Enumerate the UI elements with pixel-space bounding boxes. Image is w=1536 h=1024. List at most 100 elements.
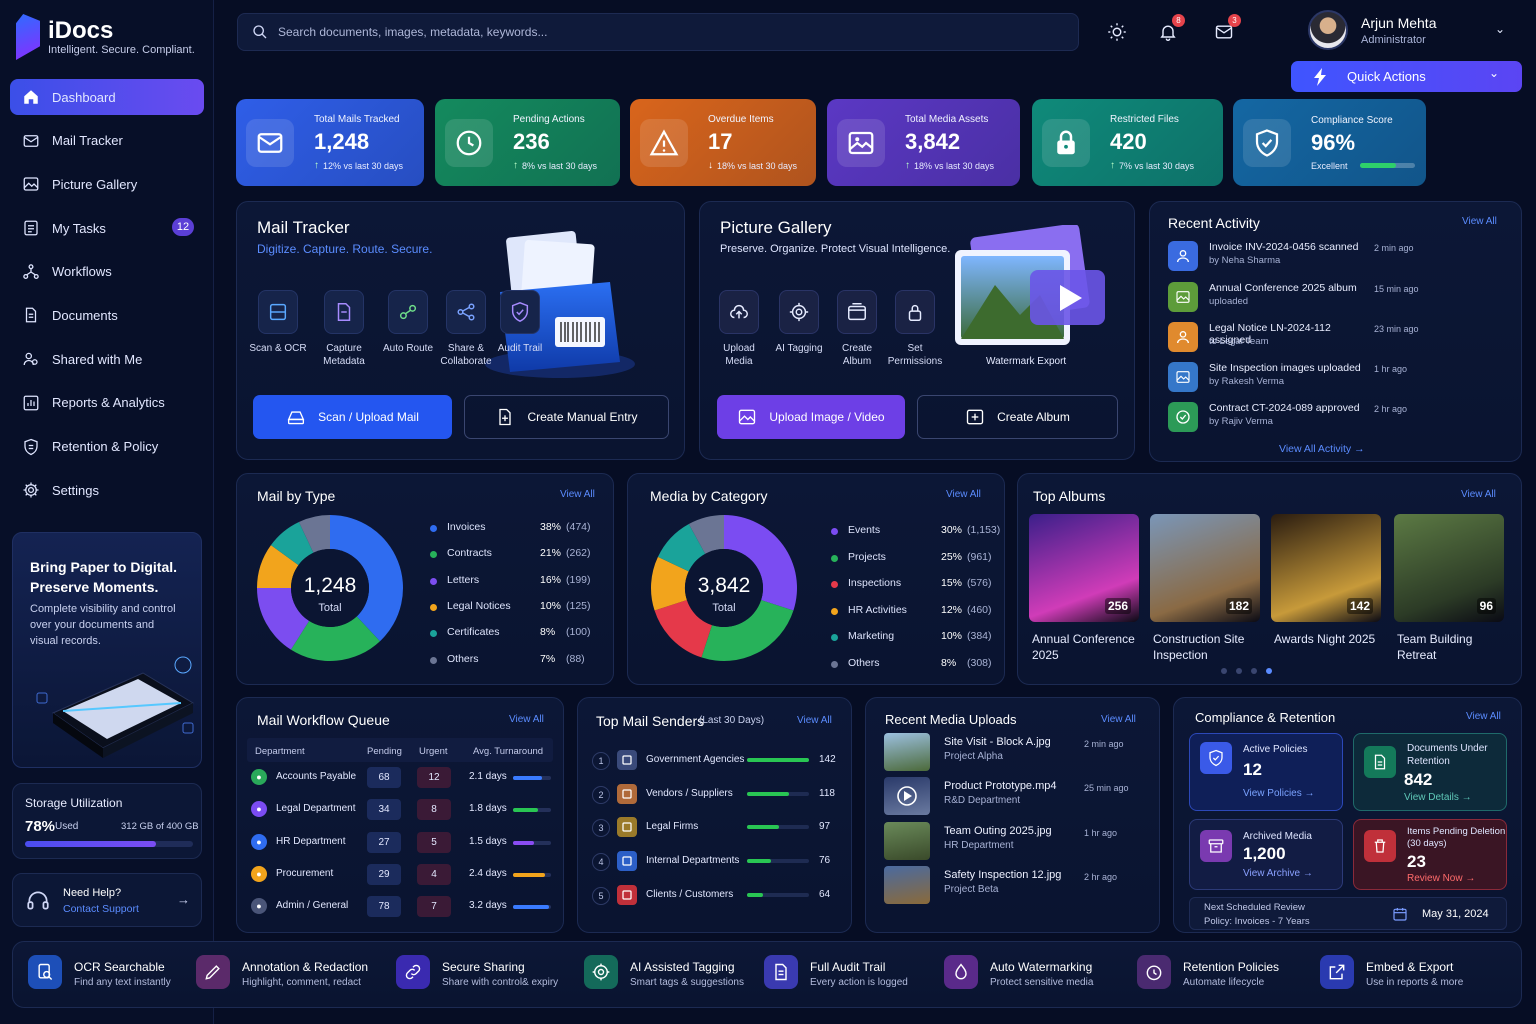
- table-row[interactable]: ● HR Department 27 5 1.5 days: [247, 831, 553, 856]
- archived-media-card[interactable]: Archived Media 1,200 View Archive →: [1189, 819, 1343, 890]
- search-input[interactable]: Search documents, images, metadata, keyw…: [278, 25, 547, 39]
- sidebar-item-documents[interactable]: Documents: [10, 297, 204, 333]
- sender-row[interactable]: 1 Government Agencies 142: [592, 749, 842, 775]
- create-manual-entry-button[interactable]: Create Manual Entry: [464, 395, 669, 439]
- mail-tool-route[interactable]: Auto Route: [378, 290, 438, 355]
- album-card[interactable]: 96 Team Building Retreat: [1394, 514, 1504, 663]
- audit-icon: [764, 955, 798, 989]
- feature-ai-assisted-tagging[interactable]: AI Assisted Tagging Smart tags & suggesti…: [584, 953, 754, 993]
- sidebar-item-my-tasks[interactable]: My Tasks 12: [10, 210, 204, 246]
- activity-item[interactable]: Legal Notice LN-2024-112 assigned to Lega…: [1168, 322, 1508, 358]
- feature-annotation-redaction[interactable]: Annotation & Redaction Highlight, comment…: [196, 953, 368, 993]
- senders-view-all-link[interactable]: View All: [797, 715, 832, 726]
- sender-row[interactable]: 3 Legal Firms 97: [592, 816, 842, 842]
- sidebar-item-picture-gallery[interactable]: Picture Gallery: [10, 166, 204, 202]
- carousel-dot-active[interactable]: [1266, 668, 1272, 674]
- queue-view-all-link[interactable]: View All: [509, 714, 544, 725]
- carousel-dot[interactable]: [1221, 668, 1227, 674]
- messages-button[interactable]: 3: [1211, 14, 1241, 45]
- documents-under-retention-card[interactable]: Documents Under Retention 842 View Detai…: [1353, 733, 1507, 811]
- view-policies-link[interactable]: View Policies →: [1243, 788, 1315, 799]
- uploads-view-all-link[interactable]: View All: [1101, 714, 1136, 725]
- feature-ocr-searchable[interactable]: OCR Searchable Find any text instantly: [28, 953, 198, 993]
- overdue-items-card[interactable]: Overdue Items 17 ↓ 18% vs last 30 days: [630, 99, 816, 186]
- sidebar-item-dashboard[interactable]: Dashboard: [10, 79, 204, 115]
- mail-by-type-view-all-link[interactable]: View All: [560, 489, 595, 500]
- feature-embed-export[interactable]: Embed & Export Use in reports & more: [1320, 953, 1490, 993]
- user-name[interactable]: Arjun Mehta: [1361, 15, 1436, 31]
- album-card[interactable]: 256 Annual Conference 2025: [1029, 514, 1139, 663]
- active-policies-card[interactable]: Active Policies 12 View Policies →: [1189, 733, 1343, 811]
- pending-deletion-card[interactable]: Items Pending Deletion (30 days) 23 Revi…: [1353, 819, 1507, 890]
- gallery-tool-upload[interactable]: Upload Media: [709, 290, 769, 368]
- contact-support-link[interactable]: Contact Support: [63, 903, 139, 915]
- album-thumbnail[interactable]: 182: [1150, 514, 1260, 622]
- table-row[interactable]: ● Admin / General 78 7 3.2 days: [247, 896, 553, 920]
- help-card[interactable]: Need Help? Contact Support →: [12, 873, 202, 927]
- gallery-tool-perm[interactable]: Set Permissions: [885, 290, 945, 368]
- media-upload-row[interactable]: Site Visit - Block A.jpg Project Alpha 2 m…: [884, 733, 1144, 773]
- activity-item[interactable]: Invoice INV-2024-0456 scanned by Neha Sha…: [1168, 241, 1508, 277]
- sidebar-item-settings[interactable]: Settings: [10, 472, 204, 508]
- carousel-dot[interactable]: [1236, 668, 1242, 674]
- chevron-down-icon[interactable]: ⌄: [1495, 22, 1505, 36]
- pending-actions-card[interactable]: Pending Actions 236 ↑ 8% vs last 30 days: [435, 99, 620, 186]
- mail-tool-meta[interactable]: Capture Metadata: [314, 290, 374, 368]
- upload-image-video-button[interactable]: Upload Image / Video: [717, 395, 905, 439]
- album-thumbnail[interactable]: 96: [1394, 514, 1504, 622]
- view-archive-link[interactable]: View Archive →: [1243, 868, 1313, 879]
- theme-toggle-button[interactable]: [1104, 19, 1130, 45]
- mail-tool-scan[interactable]: Scan & OCR: [248, 290, 308, 355]
- compliance-score-text: Compliance Score 96% Excellent: [1311, 115, 1415, 171]
- activity-item[interactable]: Contract CT-2024-089 approved by Rajiv Ve…: [1168, 402, 1508, 438]
- activity-item[interactable]: Annual Conference 2025 album uploaded 15 m…: [1168, 282, 1508, 318]
- total-mails-tracked-card[interactable]: Total Mails Tracked 1,248 ↑ 12% vs last 30 …: [236, 99, 424, 186]
- feature-full-audit-trail[interactable]: Full Audit Trail Every action is logged: [764, 953, 934, 993]
- restricted-files-card[interactable]: Restricted Files 420 ↑ 7% vs last 30 days: [1032, 99, 1223, 186]
- table-row[interactable]: ● Legal Department 34 8 1.8 days: [247, 799, 553, 823]
- sidebar-item-retention-policy[interactable]: Retention & Policy: [10, 429, 204, 465]
- search-bar[interactable]: Search documents, images, metadata, keyw…: [237, 13, 1079, 51]
- carousel-dot[interactable]: [1251, 668, 1257, 674]
- create-album-button[interactable]: Create Album: [917, 395, 1118, 439]
- mail-tool-share[interactable]: Share & Collaborate: [436, 290, 496, 368]
- review-now-link[interactable]: Review Now →: [1407, 873, 1475, 884]
- album-thumbnail[interactable]: 142: [1271, 514, 1381, 622]
- compliance-score-card[interactable]: Compliance Score 96% Excellent: [1233, 99, 1426, 186]
- sender-name: Clients / Customers: [646, 888, 734, 900]
- feature-auto-watermarking[interactable]: Auto Watermarking Protect sensitive media: [944, 953, 1114, 993]
- compliance-view-all-link[interactable]: View All: [1466, 711, 1501, 722]
- sidebar-item-shared-with-me[interactable]: Shared with Me: [10, 341, 204, 377]
- view-all-activity-link[interactable]: View All Activity →: [1279, 443, 1365, 455]
- top-albums-view-all-link[interactable]: View All: [1461, 489, 1496, 500]
- activity-item[interactable]: Site Inspection images uploaded by Rakesh…: [1168, 362, 1508, 398]
- table-row[interactable]: ● Procurement 29 4 2.4 days: [247, 863, 553, 888]
- scan-upload-mail-button[interactable]: Scan / Upload Mail: [253, 395, 452, 439]
- sender-row[interactable]: 5 Clients / Customers 64: [592, 884, 842, 910]
- view-details-link[interactable]: View Details →: [1404, 792, 1472, 803]
- media-upload-row[interactable]: Safety Inspection 12.jpg Project Beta 2 hr…: [884, 865, 1144, 906]
- media-upload-row[interactable]: Product Prototype.mp4 R&D Department 25 mi…: [884, 777, 1144, 817]
- sidebar-item-workflows[interactable]: Workflows: [10, 254, 204, 290]
- sender-row[interactable]: 2 Vendors / Suppliers 118: [592, 783, 842, 809]
- media-by-category-view-all-link[interactable]: View All: [946, 489, 981, 500]
- album-card[interactable]: 142 Awards Night 2025: [1271, 514, 1381, 647]
- total-media-assets-card[interactable]: Total Media Assets 3,842 ↑ 18% vs last 30 d…: [827, 99, 1020, 186]
- notifications-button[interactable]: 8: [1155, 14, 1185, 45]
- media-upload-row[interactable]: Team Outing 2025.jpg HR Department 1 hr ag…: [884, 821, 1144, 862]
- sidebar-item-mail-tracker[interactable]: Mail Tracker: [10, 123, 204, 159]
- gallery-tool-album[interactable]: Create Album: [827, 290, 887, 368]
- activity-view-all-link[interactable]: View All: [1462, 216, 1497, 227]
- avatar[interactable]: [1308, 10, 1348, 50]
- gallery-tool-ai[interactable]: AI Tagging: [769, 290, 829, 355]
- album-thumbnail[interactable]: 256: [1029, 514, 1139, 622]
- sender-row[interactable]: 4 Internal Departments 76: [592, 850, 842, 876]
- sidebar-item-reports-analytics[interactable]: Reports & Analytics: [10, 385, 204, 421]
- mail-tool-audit[interactable]: Audit Trail: [490, 290, 550, 355]
- table-row[interactable]: ● Accounts Payable 68 12 2.1 days: [247, 767, 553, 791]
- feature-retention-policies[interactable]: Retention Policies Automate lifecycle: [1137, 953, 1307, 993]
- feature-secure-sharing[interactable]: Secure Sharing Share with control& expiry: [396, 953, 566, 993]
- quick-actions-button[interactable]: Quick Actions ⌄: [1291, 61, 1522, 92]
- album-card[interactable]: 182 Construction Site Inspection: [1150, 514, 1260, 663]
- app-logo[interactable]: iDocs Intelligent. Secure. Compliant.: [16, 14, 195, 60]
